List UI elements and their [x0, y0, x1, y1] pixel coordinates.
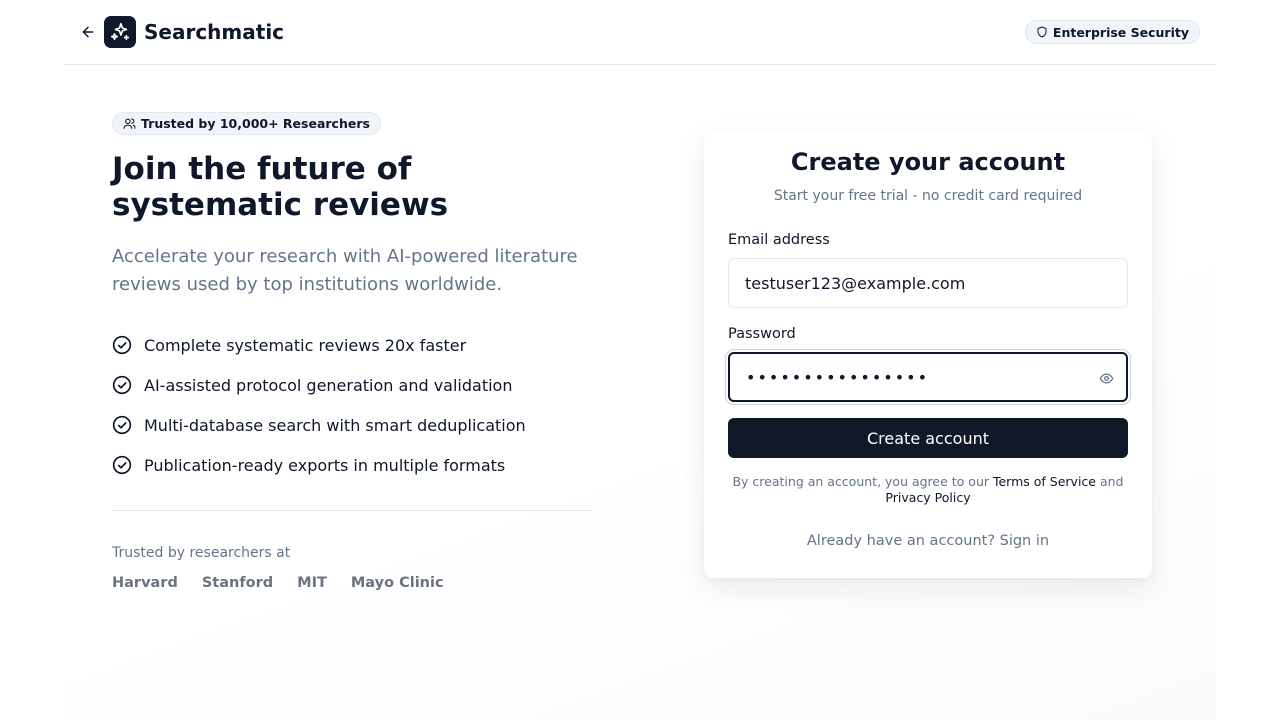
- enterprise-security-badge: Enterprise Security: [1024, 20, 1200, 44]
- badge-label: Enterprise Security: [1052, 24, 1189, 40]
- institution-harvard: Harvard: [112, 575, 178, 591]
- institution-mit: MIT: [297, 575, 327, 591]
- check-circle-icon: [112, 375, 132, 395]
- form-subtitle: Start your free trial - no credit card r…: [773, 188, 1083, 204]
- trusted-at-label: Trusted by researchers at: [112, 545, 291, 561]
- feature-item: Publication-ready exports in multiple fo…: [112, 445, 592, 485]
- hero-lede: Accelerate your research with AI-powered…: [112, 246, 578, 295]
- hero-section: Trusted by 10,000+ Researchers Join the …: [112, 112, 592, 591]
- arrow-left-icon: [82, 26, 94, 38]
- shield-icon: [1037, 26, 1047, 38]
- sign-in-link[interactable]: Already have an account? Sign in: [704, 533, 1152, 549]
- form-title: Create your account: [790, 148, 1066, 176]
- users-icon: [123, 118, 136, 129]
- top-bar: Searchmatic Enterprise Security: [64, 0, 1216, 65]
- password-label: Password: [728, 326, 796, 342]
- password-toggle-button[interactable]: [1096, 368, 1116, 388]
- terms-prefix: By creating an account, you agree to our: [732, 474, 993, 489]
- check-circle-icon: [112, 335, 132, 355]
- privacy-policy-link[interactable]: Privacy Policy: [885, 490, 970, 505]
- logo[interactable]: [104, 16, 136, 48]
- signup-card: Create your account Start your free tria…: [704, 131, 1152, 578]
- hero-headline: Join the future of systematic reviews: [112, 151, 449, 223]
- email-label: Email address: [728, 232, 830, 248]
- brand-name: Searchmatic: [144, 20, 285, 44]
- check-circle-icon: [112, 455, 132, 475]
- trust-pill: Trusted by 10,000+ Researchers: [112, 112, 381, 135]
- back-button[interactable]: [72, 16, 104, 48]
- feature-label: Complete systematic reviews 20x faster: [144, 335, 467, 355]
- feature-label: Publication-ready exports in multiple fo…: [144, 455, 506, 475]
- institution-list: Harvard Stanford MIT Mayo Clinic: [112, 575, 592, 591]
- terms-and: and: [1096, 474, 1124, 489]
- email-field[interactable]: [728, 258, 1128, 308]
- feature-item: Complete systematic reviews 20x faster: [112, 325, 592, 365]
- institution-mayo-clinic: Mayo Clinic: [350, 575, 444, 591]
- feature-label: AI-assisted protocol generation and vali…: [144, 375, 513, 395]
- institution-stanford: Stanford: [201, 575, 274, 591]
- check-circle-icon: [112, 415, 132, 435]
- sparkles-icon: [110, 22, 130, 41]
- terms-of-service-link[interactable]: Terms of Service: [993, 474, 1096, 489]
- eye-icon: [1099, 373, 1113, 383]
- divider: [112, 510, 592, 511]
- brand: Searchmatic: [64, 16, 284, 48]
- trust-pill-label: Trusted by 10,000+ Researchers: [141, 116, 370, 131]
- create-account-button[interactable]: Create account: [728, 418, 1128, 458]
- feature-item: AI-assisted protocol generation and vali…: [112, 365, 592, 405]
- feature-label: Multi-database search with smart dedupli…: [144, 415, 526, 435]
- feature-item: Multi-database search with smart dedupli…: [112, 405, 592, 445]
- feature-list: Complete systematic reviews 20x faster A…: [112, 325, 592, 485]
- password-field[interactable]: [728, 352, 1128, 402]
- terms-text: By creating an account, you agree to our…: [728, 474, 1128, 506]
